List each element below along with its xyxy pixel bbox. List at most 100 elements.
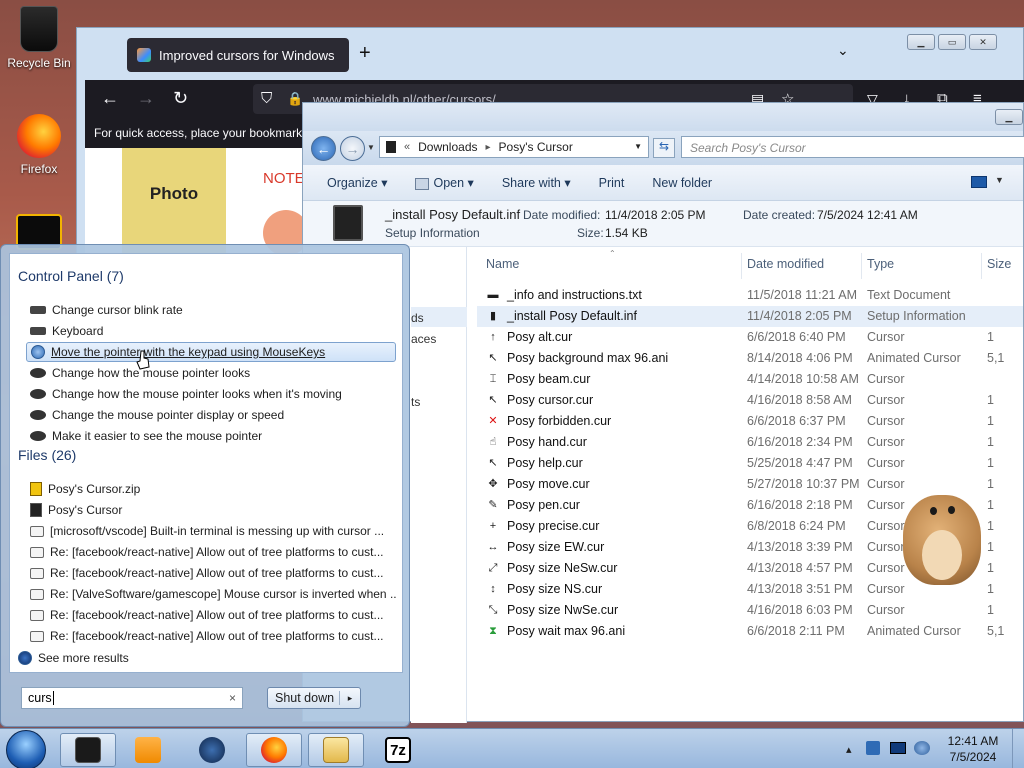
column-separator[interactable] (741, 253, 742, 279)
control-panel-result[interactable]: Move the pointer with the keypad using M… (26, 342, 396, 362)
column-header-date[interactable]: Date modified (747, 257, 824, 271)
taskbar-globe-button[interactable] (184, 733, 240, 767)
taskbar-media-player-button[interactable] (120, 733, 176, 767)
start-orb-icon[interactable] (6, 730, 46, 768)
shutdown-options-icon[interactable]: ▸ (340, 693, 360, 704)
file-size: 1 (987, 603, 994, 617)
back-arrow-icon[interactable]: ← (101, 88, 119, 109)
nav-item-fragment[interactable]: aces (411, 332, 436, 346)
file-row[interactable]: ↖ Posy background max 96.ani 8/14/2018 4:0… (477, 348, 1023, 369)
file-row[interactable]: ↑ Posy alt.cur 6/6/2018 6:40 PM Cursor 1 (477, 327, 1023, 348)
file-row[interactable]: ▮ _install Posy Default.inf 11/4/2018 2:05… (477, 306, 1023, 327)
file-result[interactable]: [microsoft/vscode] Built-in terminal is … (26, 521, 396, 541)
lock-icon[interactable]: 🔒 (287, 91, 303, 107)
file-result[interactable]: Posy's Cursor.zip (26, 479, 396, 499)
refresh-icon[interactable]: ⇆ (653, 138, 675, 158)
control-panel-header[interactable]: Control Panel (7) (18, 268, 124, 284)
file-row[interactable]: ▬ _info and instructions.txt 11/5/2018 11:… (477, 285, 1023, 306)
recent-pages-icon[interactable]: ▼ (367, 143, 375, 152)
reload-icon[interactable]: ↻ (173, 88, 188, 109)
show-hidden-icons-button[interactable]: ▴ (846, 743, 852, 756)
address-dropdown-icon[interactable]: ▼ (634, 142, 642, 151)
result-label: Change how the mouse pointer looks when … (52, 387, 342, 401)
taskbar-app-button[interactable] (60, 733, 116, 767)
view-options-icon[interactable] (971, 176, 987, 188)
desktop-icon-firefox[interactable]: Firefox (0, 114, 78, 176)
file-result[interactable]: Posy's Cursor (26, 500, 396, 520)
file-result[interactable]: Re: [ValveSoftware/gamescope] Mouse curs… (26, 584, 396, 604)
new-tab-button[interactable]: + (359, 42, 371, 65)
back-button[interactable]: ← (311, 136, 336, 161)
files-header[interactable]: Files (26) (18, 447, 76, 463)
column-header-name[interactable]: Name (486, 257, 519, 271)
file-result[interactable]: Re: [facebook/react-native] Allow out of… (26, 542, 396, 562)
control-panel-result[interactable]: Change the mouse pointer display or spee… (26, 405, 396, 425)
view-options-dropdown-icon[interactable]: ▼ (995, 175, 1004, 185)
file-result[interactable]: Re: [facebook/react-native] Allow out of… (26, 605, 396, 625)
file-row[interactable]: ↖ Posy help.cur 5/25/2018 4:47 PM Cursor 1 (477, 453, 1023, 474)
file-type: Setup Information (867, 309, 966, 323)
file-date-modified: 6/6/2018 6:37 PM (747, 414, 846, 428)
tab-list-chevron-icon[interactable]: ⌄ (837, 42, 849, 59)
window-controls: ▁ ▭ ✕ (907, 34, 997, 50)
start-search-input[interactable]: curs × (21, 687, 243, 709)
shield-icon[interactable]: ⛉ (261, 90, 272, 107)
minimize-button[interactable]: ▁ (995, 109, 1023, 125)
share-with-button[interactable]: Share with ▾ (502, 175, 571, 190)
system-clock[interactable]: 12:41 AM 7/5/2024 (944, 733, 1002, 765)
browser-tab[interactable]: Improved cursors for Windows (127, 38, 349, 72)
desktop-icon-label: Firefox (20, 162, 58, 176)
details-size-label: Size: (577, 226, 604, 240)
clear-search-icon[interactable]: × (229, 691, 236, 705)
nav-item-fragment[interactable]: ds (411, 311, 424, 325)
new-folder-button[interactable]: New folder (652, 176, 712, 190)
taskbar-firefox-button[interactable] (246, 733, 302, 767)
file-result[interactable]: Re: [facebook/react-native] Allow out of… (26, 563, 396, 583)
file-row[interactable]: ⧗ Posy wait max 96.ani 6/6/2018 2:11 PM Ani… (477, 621, 1023, 642)
file-size: 1 (987, 330, 994, 344)
address-breadcrumb[interactable]: « Downloads ▸ Posy's Cursor ▼ (379, 136, 649, 158)
result-label: Change cursor blink rate (52, 303, 183, 317)
file-row[interactable]: ✥ Posy move.cur 5/27/2018 10:37 PM Cursor 1 (477, 474, 1023, 495)
open-button[interactable]: Open ▾ (415, 175, 474, 190)
column-header-type[interactable]: Type (867, 257, 894, 271)
volume-icon[interactable] (914, 741, 930, 755)
forward-button[interactable]: → (340, 136, 365, 161)
control-panel-result[interactable]: Make it easier to see the mouse pointer (26, 426, 396, 446)
display-icon[interactable] (890, 742, 906, 754)
control-panel-result[interactable]: Change cursor blink rate (26, 300, 396, 320)
file-row[interactable]: ⌶ Posy beam.cur 4/14/2018 10:58 AM Cursor (477, 369, 1023, 390)
taskbar-7zip-button[interactable]: 7z (370, 733, 426, 767)
shutdown-button[interactable]: Shut down ▸ (267, 687, 361, 709)
sevenzip-icon: 7z (385, 737, 411, 763)
organize-button[interactable]: Organize ▾ (327, 175, 387, 190)
file-result[interactable]: Re: [facebook/react-native] Allow out of… (26, 626, 396, 646)
file-size: 1 (987, 393, 994, 407)
desktop-icon-recycle-bin[interactable]: Recycle Bin (0, 6, 78, 70)
search-input[interactable]: Search Posy's Cursor (681, 136, 1024, 158)
breadcrumb-downloads[interactable]: Downloads (418, 140, 477, 154)
forward-arrow-icon[interactable]: → (137, 88, 155, 109)
maximize-button[interactable]: ▭ (938, 34, 966, 50)
control-panel-result[interactable]: Change how the mouse pointer looks when … (26, 384, 396, 404)
control-panel-result[interactable]: Keyboard (26, 321, 396, 341)
print-button[interactable]: Print (599, 176, 625, 190)
close-button[interactable]: ✕ (969, 34, 997, 50)
control-panel-result[interactable]: Change how the mouse pointer looks (26, 363, 396, 383)
file-row[interactable]: ☝ Posy hand.cur 6/16/2018 2:34 PM Cursor 1 (477, 432, 1023, 453)
taskbar-explorer-button[interactable] (308, 733, 364, 767)
file-row[interactable]: ↖ Posy cursor.cur 4/16/2018 8:58 AM Cursor 1 (477, 390, 1023, 411)
column-separator[interactable] (861, 253, 862, 279)
column-separator[interactable] (981, 253, 982, 279)
minimize-button[interactable]: ▁ (907, 34, 935, 50)
search-placeholder: Search Posy's Cursor (690, 141, 806, 155)
file-row[interactable]: ✕ Posy forbidden.cur 6/6/2018 6:37 PM Curso… (477, 411, 1023, 432)
see-more-results-link[interactable]: See more results (18, 651, 129, 665)
nav-item-fragment[interactable]: ts (411, 395, 420, 409)
file-size: 5,1 (987, 624, 1005, 638)
show-desktop-button[interactable] (1012, 729, 1024, 768)
file-row[interactable]: ⤡ Posy size NwSe.cur 4/16/2018 6:03 PM Curs… (477, 600, 1023, 621)
network-icon[interactable] (866, 741, 880, 755)
column-header-size[interactable]: Size (987, 257, 1011, 271)
breadcrumb-current[interactable]: Posy's Cursor (499, 140, 573, 154)
